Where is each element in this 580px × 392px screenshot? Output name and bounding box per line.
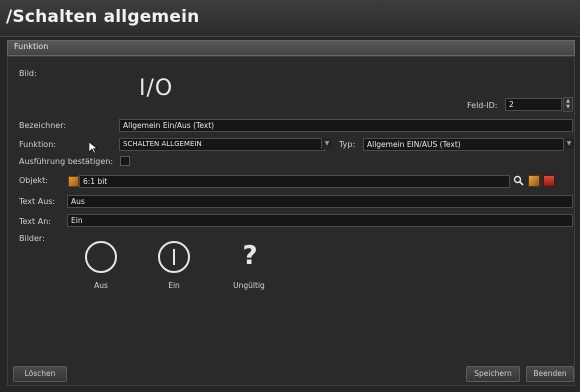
ausfuehrung-label: Ausführung bestätigen: (19, 157, 114, 166)
speichern-button[interactable]: Speichern (466, 366, 520, 382)
text-aus-input[interactable]: Aus (67, 195, 573, 208)
bild-label: Bild: (19, 69, 37, 78)
object-select-icon[interactable] (528, 175, 540, 187)
ausfuehrung-checkbox[interactable] (120, 156, 130, 166)
loeschen-button[interactable]: Löschen (13, 366, 67, 382)
search-icon[interactable] (513, 175, 524, 186)
section-header-funktion: Funktion (7, 40, 575, 56)
typ-chevron-down-icon[interactable]: ▼ (563, 138, 574, 149)
funktion-chevron-down-icon[interactable]: ▼ (321, 138, 332, 149)
bilder-label: Bilder: (19, 234, 45, 243)
spin-down-icon[interactable]: ▼ (564, 104, 572, 110)
delete-object-icon[interactable] (543, 175, 555, 187)
objekt-label: Objekt: (19, 176, 48, 185)
dialog-window: /Schalten allgemein Funktion Bild: I/O F… (0, 0, 580, 392)
image-label-ungueltig: Ungültig (233, 281, 265, 290)
bezeichner-input[interactable]: Allgemein Ein/Aus (Text) (119, 119, 573, 132)
image-label-ein: Ein (168, 281, 180, 290)
circle-off-icon[interactable] (83, 239, 119, 275)
image-label-aus: Aus (94, 281, 108, 290)
power-on-icon[interactable] (156, 239, 192, 275)
feld-id-spinner[interactable]: ▲ ▼ (563, 97, 573, 112)
typ-label: Typ: (339, 140, 356, 149)
funktion-select[interactable]: SCHALTEN ALLGEMEIN (119, 138, 325, 151)
mouse-cursor-icon (89, 142, 98, 154)
object-cube-icon (68, 176, 79, 187)
typ-select[interactable]: Allgemein EIN/AUS (Text) (363, 138, 564, 151)
beenden-button[interactable]: Beenden (526, 366, 574, 382)
text-an-input[interactable]: Ein (67, 214, 573, 227)
funktion-label: Funktion: (19, 140, 56, 149)
feld-id-label: Feld-ID: (467, 101, 498, 110)
feld-id-input[interactable]: 2 (505, 98, 562, 111)
bezeichner-label: Bezeichner: (19, 121, 67, 130)
objekt-input[interactable]: 6:1 bit (79, 175, 510, 188)
bild-preview[interactable]: I/O (139, 76, 173, 101)
window-title: /Schalten allgemein (6, 7, 200, 27)
text-an-label: Text An: (19, 217, 51, 226)
question-icon[interactable]: ? (238, 239, 262, 273)
title-bar: /Schalten allgemein (0, 0, 580, 37)
text-aus-label: Text Aus: (19, 197, 56, 206)
section-title: Funktion (14, 42, 49, 51)
